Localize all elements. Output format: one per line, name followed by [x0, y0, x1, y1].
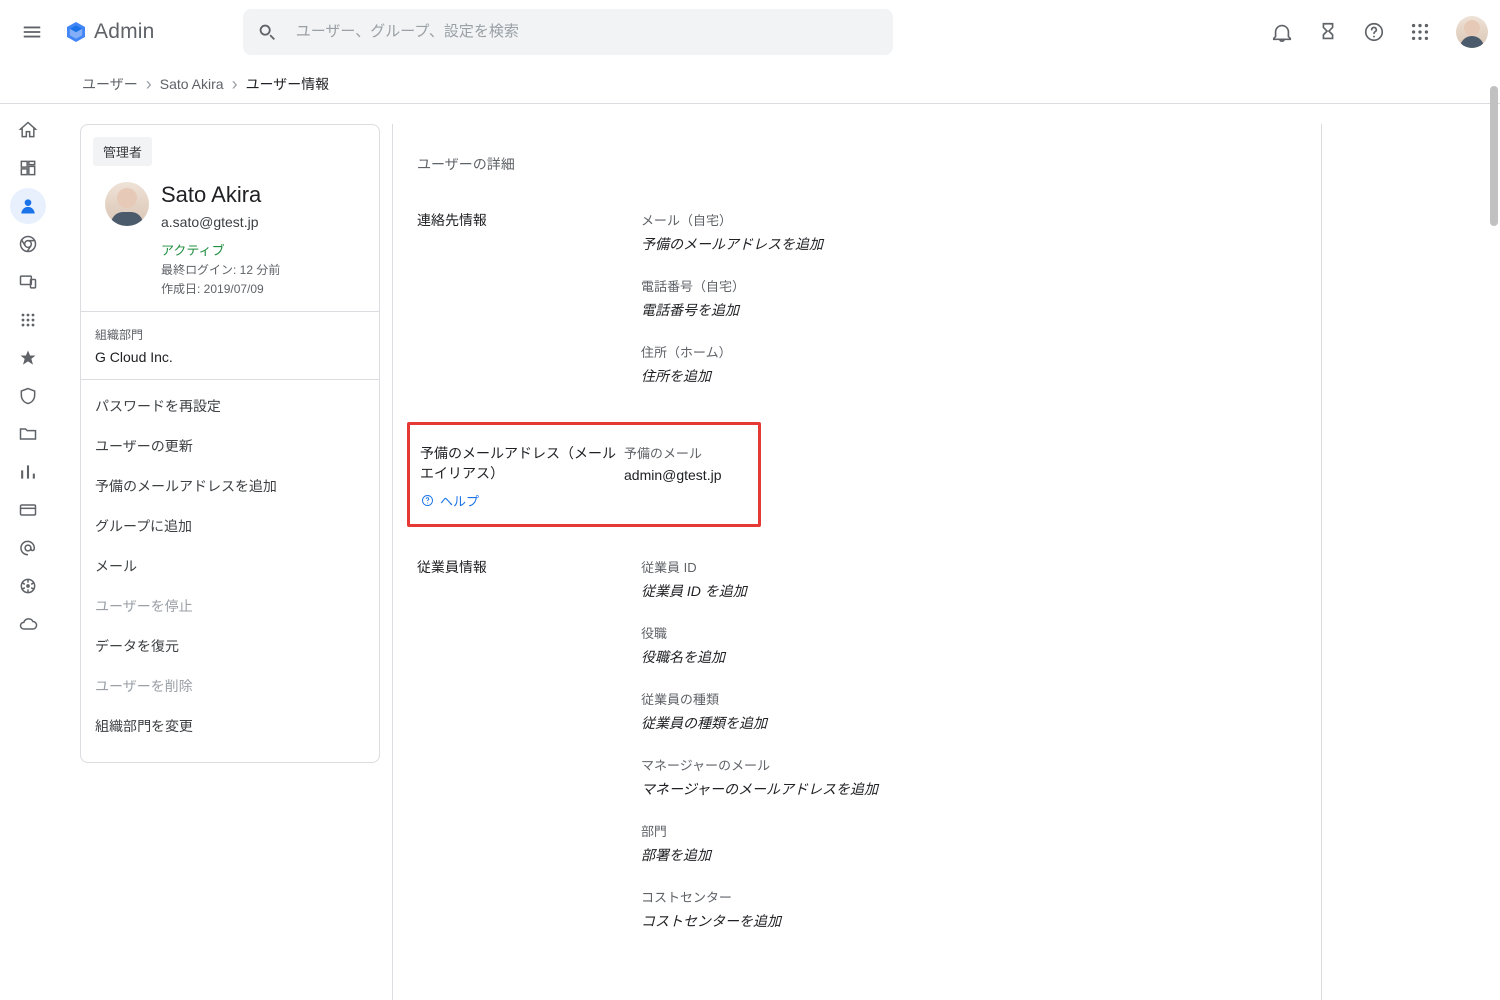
employee-label: 従業員情報	[417, 557, 641, 577]
dept-value: 部署を追加	[641, 845, 1297, 865]
phone-home-value: 電話番号を追加	[641, 300, 1297, 320]
rail-bar-chart-icon[interactable]	[10, 454, 46, 490]
address-home-value: 住所を追加	[641, 366, 1297, 386]
scrollbar-thumb[interactable]	[1490, 86, 1498, 226]
rail-home-icon[interactable]	[10, 112, 46, 148]
details-panel: ユーザーの詳細 連絡先情報 メール（自宅） 予備のメールアドレスを追加 電話番号…	[392, 124, 1322, 1000]
rail-shield-icon[interactable]	[10, 378, 46, 414]
search-icon[interactable]	[249, 12, 286, 52]
topbar-actions	[1262, 12, 1488, 52]
admin-logo[interactable]: Admin	[64, 20, 155, 44]
rail-devices-icon[interactable]	[10, 264, 46, 300]
action-restore-data[interactable]: データを復元	[81, 626, 379, 666]
address-home-label: 住所（ホーム）	[641, 342, 1297, 361]
org-label: 組織部門	[95, 326, 365, 343]
action-add-alias[interactable]: 予備のメールアドレスを追加	[81, 466, 379, 506]
rail-star-icon[interactable]	[10, 340, 46, 376]
alias-highlight[interactable]: 予備のメールアドレス（メール エイリアス） ヘルプ 予備のメール admin@g…	[407, 422, 761, 527]
breadcrumb-item[interactable]: ユーザー	[82, 74, 138, 94]
rail-cloud-icon[interactable]	[10, 606, 46, 642]
action-delete-user: ユーザーを削除	[81, 666, 379, 706]
org-section: 組織部門 G Cloud Inc.	[81, 311, 379, 379]
emp-type-value: 従業員の種類を追加	[641, 713, 1297, 733]
admin-logo-icon	[64, 20, 88, 44]
last-login: 最終ログイン: 12 分前	[161, 261, 280, 278]
hourglass-icon[interactable]	[1308, 12, 1348, 52]
bell-icon[interactable]	[1262, 12, 1302, 52]
apps-grid-icon[interactable]	[1400, 12, 1440, 52]
search-input[interactable]	[294, 22, 887, 41]
left-rail	[0, 104, 56, 1000]
action-update-user[interactable]: ユーザーの更新	[81, 426, 379, 466]
action-add-group[interactable]: グループに追加	[81, 506, 379, 546]
topbar: Admin	[0, 0, 1500, 64]
scrollbar[interactable]	[1488, 86, 1500, 1000]
breadcrumb-current: ユーザー情報	[246, 74, 330, 94]
dept-label: 部門	[641, 821, 1297, 840]
emp-type-label: 従業員の種類	[641, 689, 1297, 708]
rail-apps-icon[interactable]	[10, 302, 46, 338]
help-circle-icon	[420, 493, 435, 508]
details-title: ユーザーの詳細	[417, 154, 1297, 174]
hamburger-menu-icon[interactable]	[8, 12, 56, 52]
cost-label: コストセンター	[641, 887, 1297, 906]
rail-at-icon[interactable]	[10, 530, 46, 566]
account-avatar[interactable]	[1456, 16, 1488, 48]
title-value: 役職名を追加	[641, 647, 1297, 667]
emp-id-value: 従業員 ID を追加	[641, 581, 1297, 601]
breadcrumb: ユーザー › Sato Akira › ユーザー情報	[0, 64, 1500, 104]
org-value: G Cloud Inc.	[95, 349, 365, 365]
rail-chrome-icon[interactable]	[10, 226, 46, 262]
user-card: 管理者 Sato Akira a.sato@gtest.jp アクティブ 最終ロ…	[80, 124, 380, 763]
email-home-label: メール（自宅）	[641, 210, 1297, 229]
cost-value: コストセンターを追加	[641, 911, 1297, 931]
rail-dashboard-icon[interactable]	[10, 150, 46, 186]
user-name: Sato Akira	[161, 182, 280, 208]
action-suspend-user: ユーザーを停止	[81, 586, 379, 626]
action-change-org[interactable]: 組織部門を変更	[81, 706, 379, 746]
title-label: 役職	[641, 623, 1297, 642]
emp-id-label: 従業員 ID	[641, 557, 1297, 576]
user-email: a.sato@gtest.jp	[161, 214, 280, 230]
rail-users-icon[interactable]	[10, 188, 46, 224]
manager-value: マネージャーのメールアドレスを追加	[641, 779, 1297, 799]
alias-label: 予備のメールアドレス（メール エイリアス）	[420, 445, 616, 481]
created-date: 作成日: 2019/07/09	[161, 280, 280, 297]
action-reset-password[interactable]: パスワードを再設定	[81, 386, 379, 426]
action-list: パスワードを再設定 ユーザーの更新 予備のメールアドレスを追加 グループに追加 …	[81, 379, 379, 752]
breadcrumb-item[interactable]: Sato Akira	[160, 76, 224, 92]
alias-field-value: admin@gtest.jp	[624, 467, 748, 483]
phone-home-label: 電話番号（自宅）	[641, 276, 1297, 295]
rail-card-icon[interactable]	[10, 492, 46, 528]
action-mail[interactable]: メール	[81, 546, 379, 586]
role-chip: 管理者	[93, 137, 152, 166]
employee-row[interactable]: 従業員情報 従業員 ID 従業員 ID を追加 役職 役職名を追加 従業員の種類…	[417, 557, 1297, 931]
user-status: アクティブ	[161, 240, 280, 259]
help-icon[interactable]	[1354, 12, 1394, 52]
manager-label: マネージャーのメール	[641, 755, 1297, 774]
email-home-value: 予備のメールアドレスを追加	[641, 234, 1297, 254]
rail-wheel-icon[interactable]	[10, 568, 46, 604]
alias-field-label: 予備のメール	[624, 443, 748, 462]
alias-help-link[interactable]: ヘルプ	[420, 491, 624, 510]
search-box[interactable]	[243, 9, 893, 55]
contact-row[interactable]: 連絡先情報 メール（自宅） 予備のメールアドレスを追加 電話番号（自宅） 電話番…	[417, 210, 1297, 386]
admin-logo-text: Admin	[94, 20, 155, 44]
contact-label: 連絡先情報	[417, 210, 641, 230]
user-avatar	[105, 182, 149, 226]
rail-folder-icon[interactable]	[10, 416, 46, 452]
